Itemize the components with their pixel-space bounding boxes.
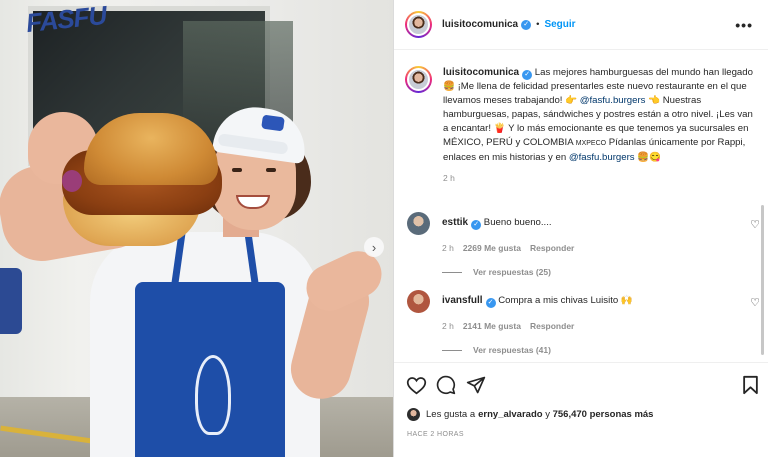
comment-username[interactable]: ivansfull xyxy=(442,295,483,306)
verified-icon: ✓ xyxy=(485,298,496,308)
comment-icon[interactable] xyxy=(436,375,456,395)
comment-username[interactable]: esttik xyxy=(442,217,468,228)
separator-dot: • xyxy=(536,19,540,30)
comment-time: 2 h xyxy=(442,243,454,253)
comment-likes[interactable]: 2269 Me gusta xyxy=(463,243,521,253)
caption-avatar[interactable] xyxy=(405,66,432,93)
follow-button[interactable]: Seguir xyxy=(544,19,575,30)
verified-icon: ✓ xyxy=(522,70,533,80)
more-options-icon[interactable]: ••• xyxy=(735,17,753,33)
post-photo[interactable]: FASFU › xyxy=(0,0,393,457)
caption-time: 2 h xyxy=(443,173,455,183)
post-panel: luisitocomunica ✓ • Seguir ••• luisitoco… xyxy=(393,0,768,457)
author-avatar[interactable] xyxy=(405,11,432,38)
reply-button[interactable]: Responder xyxy=(530,243,574,253)
caption-text: luisitocomunica ✓ Las mejores hamburguesa… xyxy=(443,67,753,163)
caption: luisitocomunica ✓ Las mejores hamburguesa… xyxy=(405,66,755,183)
action-bar xyxy=(394,362,768,408)
comment-avatar[interactable] xyxy=(407,290,430,313)
author-username[interactable]: luisitocomunica xyxy=(442,19,518,30)
comment-text: Bueno bueno.... xyxy=(481,217,552,228)
comment-likes[interactable]: 2141 Me gusta xyxy=(463,321,521,331)
mention-link[interactable]: @fasfu.burgers xyxy=(569,152,635,163)
cap-logo xyxy=(261,114,285,132)
comments-scrollbar[interactable] xyxy=(761,205,764,355)
like-heart-icon[interactable] xyxy=(406,375,427,395)
mention-link[interactable]: @fasfu.burgers xyxy=(580,95,646,106)
share-icon[interactable] xyxy=(466,375,486,395)
burger-cabbage xyxy=(62,170,82,192)
post-timestamp: HACE 2 HORAS xyxy=(407,431,464,438)
comment: ivansfull ✓ Compra a mis chivas Luisito 🙌… xyxy=(405,290,760,355)
verified-icon: ✓ xyxy=(471,220,482,230)
likes-count[interactable]: 756,470 personas más xyxy=(553,409,654,420)
verified-icon: ✓ xyxy=(521,19,532,30)
comment-text: Compra a mis chivas Luisito 🙌 xyxy=(495,295,633,306)
next-image-arrow-icon[interactable]: › xyxy=(364,237,384,257)
caption-username[interactable]: luisitocomunica xyxy=(443,67,519,78)
apron-logo xyxy=(195,355,231,435)
liker-username[interactable]: erny_alvarado xyxy=(478,409,542,420)
reply-button[interactable]: Responder xyxy=(530,321,574,331)
view-replies-button[interactable]: Ver respuestas (41) xyxy=(442,345,760,355)
like-comment-heart-icon[interactable]: ♡ xyxy=(750,290,760,309)
truck-sign xyxy=(0,268,22,334)
comment-avatar[interactable] xyxy=(407,212,430,235)
liker-avatar[interactable] xyxy=(407,408,420,421)
comment: esttik ✓ Bueno bueno.... ♡ 2 h 2269 Me gu… xyxy=(405,212,760,277)
view-replies-button[interactable]: Ver respuestas (25) xyxy=(442,267,760,277)
comment-time: 2 h xyxy=(442,321,454,331)
likes-summary: Les gusta a erny_alvarado y 756,470 pers… xyxy=(407,408,653,421)
like-comment-heart-icon[interactable]: ♡ xyxy=(750,212,760,231)
post-header: luisitocomunica ✓ • Seguir ••• xyxy=(394,0,768,50)
save-bookmark-icon[interactable] xyxy=(742,375,759,395)
